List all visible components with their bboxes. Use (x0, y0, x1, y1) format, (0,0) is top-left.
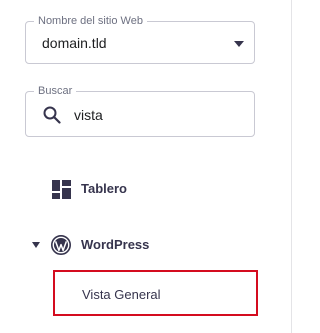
search-value[interactable]: vista (74, 107, 103, 123)
sidebar-subitem-vista-general[interactable]: Vista General (53, 270, 258, 316)
sidebar-subitem-label: Vista General (82, 287, 161, 302)
expand-caret-icon[interactable] (32, 242, 40, 248)
site-name-value: domain.tld (42, 35, 107, 51)
search-input[interactable]: Buscar vista (25, 84, 255, 137)
sidebar-item-tablero[interactable]: Tablero (0, 174, 290, 204)
chevron-down-icon[interactable] (234, 41, 244, 47)
sidebar-item-wordpress[interactable]: WordPress (0, 230, 290, 260)
search-legend: Buscar (34, 84, 77, 98)
sidebar-divider (291, 0, 292, 333)
dashboard-icon (52, 180, 71, 199)
sidebar-item-label: WordPress (81, 237, 150, 252)
sidebar-item-label: Tablero (81, 181, 127, 196)
site-name-select[interactable]: Nombre del sitio Web domain.tld (25, 14, 255, 64)
wordpress-icon (51, 235, 71, 255)
search-icon (43, 106, 61, 124)
site-name-legend: Nombre del sitio Web (34, 14, 147, 28)
